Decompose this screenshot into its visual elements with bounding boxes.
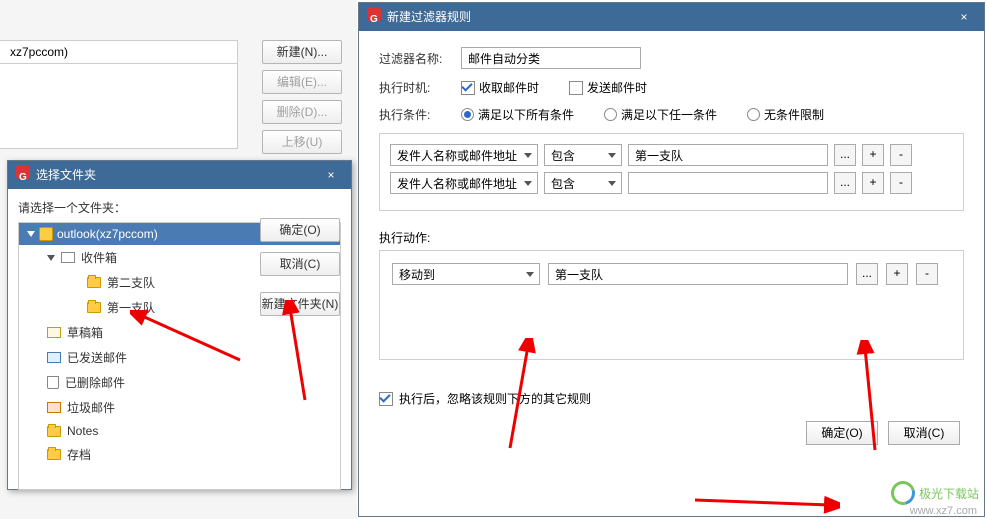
dialog-titlebar[interactable]: 新建过滤器规则 × [359, 3, 984, 31]
trash-icon [47, 376, 59, 389]
action-select[interactable]: 移动到 [392, 263, 540, 285]
ok-button[interactable]: 确定(O) [806, 421, 878, 445]
inbox-icon [61, 252, 75, 263]
tree-drafts[interactable]: 草稿箱 [19, 320, 340, 345]
add-condition-button[interactable]: + [862, 144, 884, 166]
tree-archive[interactable]: 存档 [19, 442, 340, 467]
folder-icon [47, 449, 61, 460]
moveup-filter-button[interactable]: 上移(U) [262, 130, 342, 154]
cancel-button[interactable]: 取消(C) [888, 421, 960, 445]
checkbox-icon [461, 81, 475, 95]
dialog-prompt: 请选择一个文件夹： [18, 199, 341, 216]
condition-row: 发件人名称或邮件地址 包含 ... + - [390, 172, 953, 194]
radio-icon [604, 108, 617, 121]
checkbox-icon [569, 81, 583, 95]
ok-button[interactable]: 确定(O) [260, 218, 340, 242]
action-label: 执行动作: [379, 229, 964, 246]
account-label: outlook(xz7pccom) [57, 227, 158, 241]
tree-label: 草稿箱 [67, 324, 103, 341]
condition-row: 发件人名称或邮件地址 包含 第一支队 ... + - [390, 144, 953, 166]
remove-action-button[interactable]: - [916, 263, 938, 285]
edit-filter-button[interactable]: 编辑(E)... [262, 70, 342, 94]
tree-sent[interactable]: 已发送邮件 [19, 345, 340, 370]
close-icon[interactable]: × [952, 3, 976, 31]
remove-condition-button[interactable]: - [890, 144, 912, 166]
add-condition-button[interactable]: + [862, 172, 884, 194]
add-action-button[interactable]: + [886, 263, 908, 285]
dialog-title: 选择文件夹 [36, 168, 96, 182]
cond-any-radio[interactable]: 满足以下任一条件 [604, 106, 717, 123]
tree-label: 第二支队 [107, 274, 155, 291]
field-select[interactable]: 发件人名称或邮件地址 [390, 172, 538, 194]
drafts-icon [47, 327, 61, 338]
new-filter-button[interactable]: 新建(N)... [262, 40, 342, 64]
app-icon [367, 7, 381, 21]
account-icon [39, 227, 53, 241]
when-label: 执行时机: [379, 79, 449, 96]
ignore-checkbox[interactable] [379, 392, 393, 406]
breadcrumb-body [0, 64, 238, 149]
watermark-url: www.xz7.com [910, 505, 977, 517]
operator-select[interactable]: 包含 [544, 144, 622, 166]
browse-button[interactable]: ... [834, 144, 856, 166]
watermark: 极光下载站 [891, 481, 979, 505]
sent-icon [47, 352, 61, 363]
close-icon[interactable]: × [319, 161, 343, 189]
cond-label: 执行条件: [379, 106, 449, 123]
folder-icon [47, 426, 61, 437]
actions-box: 移动到 第一支队 ... + - [379, 250, 964, 360]
breadcrumb: xz7pccom) [0, 40, 238, 64]
tree-deleted[interactable]: 已删除邮件 [19, 370, 340, 395]
tree-label: 已删除邮件 [65, 374, 125, 391]
field-select[interactable]: 发件人名称或邮件地址 [390, 144, 538, 166]
tree-notes[interactable]: Notes [19, 420, 340, 442]
new-folder-button[interactable]: 新建文件夹(N) [260, 292, 340, 316]
when-send-checkbox[interactable]: 发送邮件时 [569, 79, 647, 96]
tree-label: 垃圾邮件 [67, 399, 115, 416]
value-input[interactable] [628, 172, 828, 194]
remove-condition-button[interactable]: - [890, 172, 912, 194]
tree-label: 存档 [67, 446, 91, 463]
select-folder-dialog: 选择文件夹 × 请选择一个文件夹： outlook(xz7pccom) 收件箱 … [7, 160, 352, 490]
value-input[interactable]: 第一支队 [628, 144, 828, 166]
when-receive-checkbox[interactable]: 收取邮件时 [461, 79, 539, 96]
new-filter-rule-dialog: 新建过滤器规则 × 过滤器名称: 执行时机: 收取邮件时 发送邮件时 执行条件:… [358, 2, 985, 517]
filter-name-input[interactable] [461, 47, 641, 69]
ignore-label: 执行后，忽略该规则下方的其它规则 [399, 390, 591, 407]
app-icon [16, 165, 30, 179]
cond-none-radio[interactable]: 无条件限制 [747, 106, 824, 123]
folder-icon [87, 277, 101, 288]
action-value[interactable]: 第一支队 [548, 263, 848, 285]
tree-label: Notes [67, 424, 98, 438]
delete-filter-button[interactable]: 删除(D)... [262, 100, 342, 124]
spam-icon [47, 402, 61, 413]
operator-select[interactable]: 包含 [544, 172, 622, 194]
dialog-title: 新建过滤器规则 [387, 10, 471, 24]
conditions-box: 发件人名称或邮件地址 包含 第一支队 ... + - 发件人名称或邮件地址 包含… [379, 133, 964, 211]
tree-label: 收件箱 [81, 249, 117, 266]
cancel-button[interactable]: 取消(C) [260, 252, 340, 276]
cond-all-radio[interactable]: 满足以下所有条件 [461, 106, 574, 123]
dialog-titlebar[interactable]: 选择文件夹 × [8, 161, 351, 189]
tree-label: 第一支队 [107, 299, 155, 316]
filter-name-label: 过滤器名称: [379, 50, 449, 67]
folder-icon [87, 302, 101, 313]
watermark-text: 极光下载站 [919, 485, 979, 502]
radio-icon [461, 108, 474, 121]
browse-button[interactable]: ... [856, 263, 878, 285]
chevron-down-icon[interactable] [27, 231, 35, 237]
action-row: 移动到 第一支队 ... + - [392, 263, 951, 285]
tree-label: 已发送邮件 [67, 349, 127, 366]
radio-icon [747, 108, 760, 121]
tree-spam[interactable]: 垃圾邮件 [19, 395, 340, 420]
chevron-down-icon[interactable] [47, 255, 55, 261]
browse-button[interactable]: ... [834, 172, 856, 194]
